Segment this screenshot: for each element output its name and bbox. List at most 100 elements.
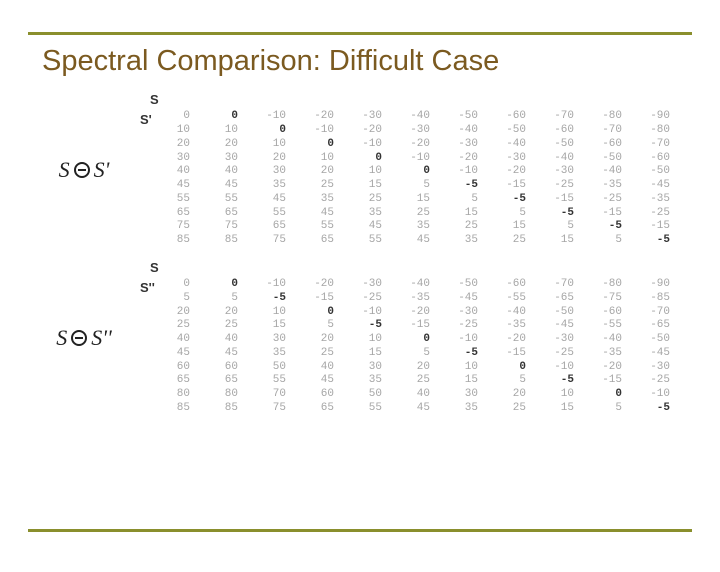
cell: -20 [292, 110, 340, 124]
sym-s: S [59, 157, 70, 183]
table-row: 606050403020100-10-20-30 [168, 361, 676, 375]
cell: -70 [628, 306, 676, 320]
cell: -60 [628, 152, 676, 166]
cell: -65 [532, 292, 580, 306]
row-header: 65 [168, 374, 196, 388]
table-row: 55-5-15-25-35-45-55-65-75-85 [168, 292, 676, 306]
cell: 25 [340, 193, 388, 207]
cell: 45 [388, 234, 436, 248]
cell: 0 [388, 333, 436, 347]
cell: -30 [532, 333, 580, 347]
cell: -30 [436, 306, 484, 320]
table-row: 45453525155-5-15-25-35-45 [168, 179, 676, 193]
axis-left-1: S' [140, 110, 168, 248]
cell: 40 [196, 165, 244, 179]
cell: -60 [484, 278, 532, 292]
cell: 25 [484, 234, 532, 248]
cell: -35 [388, 292, 436, 306]
cell: 35 [340, 207, 388, 221]
cell: 15 [532, 234, 580, 248]
cell: -60 [580, 306, 628, 320]
table-row: 2020100-10-20-30-40-50-60-70 [168, 306, 676, 320]
cell: 50 [340, 388, 388, 402]
table-row: 2525155-5-15-25-35-45-55-65 [168, 319, 676, 333]
cell: -30 [484, 152, 532, 166]
cell: 65 [292, 402, 340, 416]
cell: -25 [628, 207, 676, 221]
cell: 40 [292, 361, 340, 375]
cell: -5 [580, 220, 628, 234]
row-header: 85 [168, 402, 196, 416]
table-row: 656555453525155-5-15-25 [168, 374, 676, 388]
cell: -25 [628, 374, 676, 388]
cell: 10 [532, 388, 580, 402]
cell: -5 [436, 347, 484, 361]
cell: -20 [580, 361, 628, 375]
cell: -5 [532, 207, 580, 221]
cell: -30 [628, 361, 676, 375]
cell: 10 [196, 124, 244, 138]
cell: 40 [388, 388, 436, 402]
cell: 25 [388, 374, 436, 388]
cell: -15 [292, 292, 340, 306]
cell: -90 [628, 110, 676, 124]
cell: 5 [388, 347, 436, 361]
cell: 25 [196, 319, 244, 333]
cell: 5 [484, 374, 532, 388]
top-rule [28, 32, 692, 35]
ominus-icon [74, 162, 90, 178]
cell: -40 [436, 124, 484, 138]
cell: 65 [244, 220, 292, 234]
row-header: 45 [168, 347, 196, 361]
cell: 10 [340, 333, 388, 347]
table-2: 00-10-20-30-40-50-60-70-80-9055-5-15-25-… [168, 278, 676, 416]
cell: -60 [580, 138, 628, 152]
page-title: Spectral Comparison: Difficult Case [42, 45, 692, 78]
table-row: 8585756555453525155-5 [168, 234, 676, 248]
cell: 60 [292, 388, 340, 402]
row-header: 85 [168, 234, 196, 248]
cell: 15 [244, 319, 292, 333]
table-row: 40403020100-10-20-30-40-50 [168, 165, 676, 179]
sym-sp: S' [94, 157, 110, 183]
cell: -20 [484, 165, 532, 179]
cell: -15 [484, 347, 532, 361]
cell: -5 [484, 193, 532, 207]
row-header: 0 [168, 278, 196, 292]
cell: -45 [628, 347, 676, 361]
cell: 10 [436, 361, 484, 375]
matrix-label-2: S S'' [34, 325, 134, 351]
cell: 25 [292, 347, 340, 361]
cell: 75 [196, 220, 244, 234]
row-header: 20 [168, 138, 196, 152]
cell: 20 [196, 306, 244, 320]
cell: -35 [484, 319, 532, 333]
row-header: 40 [168, 333, 196, 347]
cell: -40 [388, 110, 436, 124]
cell: -55 [484, 292, 532, 306]
cell: 5 [532, 220, 580, 234]
cell: -15 [628, 220, 676, 234]
cell: -70 [532, 278, 580, 292]
cell: 15 [532, 402, 580, 416]
cell: -50 [628, 333, 676, 347]
cell: 55 [244, 207, 292, 221]
cell: -85 [628, 292, 676, 306]
cell: -50 [436, 278, 484, 292]
cell: 20 [292, 333, 340, 347]
cell: 10 [340, 165, 388, 179]
table-row: 5555453525155-5-15-25-35 [168, 193, 676, 207]
cell: 60 [196, 361, 244, 375]
cell: 0 [196, 278, 244, 292]
cell: 10 [292, 152, 340, 166]
row-header: 75 [168, 220, 196, 234]
cell: 5 [580, 402, 628, 416]
cell: -50 [532, 138, 580, 152]
row-header: 30 [168, 152, 196, 166]
cell: 0 [196, 110, 244, 124]
cell: -5 [532, 374, 580, 388]
cell: 40 [196, 333, 244, 347]
cell: 0 [292, 138, 340, 152]
cell: 85 [196, 234, 244, 248]
cell: 15 [340, 347, 388, 361]
